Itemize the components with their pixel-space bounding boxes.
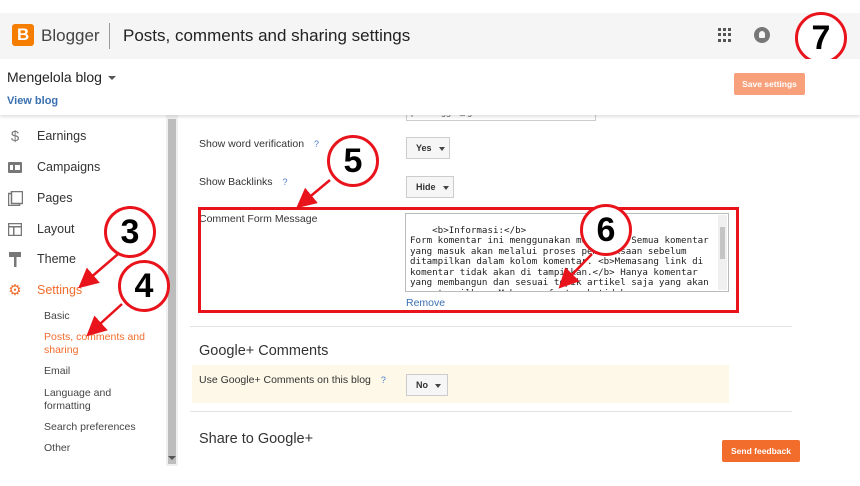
word-verification-text: Show word verification (199, 138, 305, 150)
chevron-down-icon (438, 146, 445, 151)
view-blog-link[interactable]: View blog (7, 95, 58, 107)
layout-icon (7, 221, 23, 237)
brand-name[interactable]: Blogger (41, 26, 100, 46)
subnav-language-formatting[interactable]: Language and formatting (44, 387, 134, 413)
backlinks-text: Show Backlinks (199, 176, 273, 188)
gplus-comments-title: Google+ Comments (199, 343, 329, 359)
dollar-icon: $ (10, 127, 20, 145)
backlinks-select[interactable]: Hide (406, 176, 454, 198)
subnav-other[interactable]: Other (44, 442, 70, 455)
theme-icon (7, 251, 23, 267)
chevron-down-icon (107, 76, 116, 81)
blog-header: Mengelola blog View blog Save settings (0, 59, 860, 115)
gplus-comments-select[interactable]: No (406, 374, 448, 396)
help-icon[interactable]: ? (314, 139, 319, 149)
word-verification-value: Yes (416, 143, 432, 153)
annotation-step-7: 7 (795, 12, 847, 64)
help-icon[interactable]: ? (381, 375, 386, 385)
section-divider (190, 411, 792, 412)
send-feedback-button[interactable]: Send feedback (722, 440, 800, 462)
gear-icon: ⚙ (8, 282, 22, 299)
scroll-down-icon[interactable] (168, 456, 176, 460)
section-divider (190, 326, 792, 327)
backlinks-label: Show Backlinks? (199, 176, 288, 188)
share-google-title: Share to Google+ (199, 431, 314, 447)
gplus-comments-row: Use Google+ Comments on this blog? No (192, 365, 729, 403)
subnav-search-preferences[interactable]: Search preferences (44, 421, 136, 434)
pages-icon (7, 190, 23, 206)
sidebar-item-theme[interactable]: Theme (7, 249, 76, 269)
annotation-step-6: 6 (580, 204, 632, 256)
sidebar-item-label: Theme (37, 252, 76, 266)
sidebar-item-pages[interactable]: Pages (7, 188, 72, 208)
sidebar-item-label: Settings (37, 283, 83, 297)
subnav-basic[interactable]: Basic (44, 310, 70, 323)
sidebar-item-earnings[interactable]: $ Earnings (7, 126, 87, 146)
gplus-comments-value: No (416, 380, 428, 390)
sidebar-item-settings[interactable]: ⚙ Settings (7, 280, 82, 300)
apps-grid-icon[interactable] (718, 28, 732, 42)
annotation-step-5: 5 (327, 135, 379, 187)
campaigns-icon (7, 159, 23, 175)
sidebar-item-label: Pages (37, 191, 73, 205)
subnav-email[interactable]: Email (44, 365, 70, 378)
blog-selector[interactable]: Mengelola blog (7, 69, 116, 85)
header-divider (109, 23, 110, 49)
sidebar-item-layout[interactable]: Layout (7, 219, 75, 239)
annotation-step-4: 4 (118, 260, 170, 312)
gplus-comments-label: Use Google+ Comments on this blog? (199, 374, 386, 386)
subnav-posts-comments-sharing[interactable]: Posts, comments and sharing (44, 331, 159, 357)
settings-content: potatoeggni@gmail.com Show word verifica… (178, 107, 860, 486)
backlinks-value: Hide (416, 182, 436, 192)
sidebar-item-campaigns[interactable]: Campaigns (7, 157, 100, 177)
sidebar-item-label: Layout (37, 222, 75, 236)
sidebar-item-label: Earnings (37, 129, 87, 143)
annotation-highlight-box (198, 207, 739, 313)
chevron-down-icon (442, 185, 449, 190)
help-icon[interactable]: ? (283, 177, 288, 187)
top-bar: B Blogger Posts, comments and sharing se… (0, 13, 860, 59)
word-verification-select[interactable]: Yes (406, 137, 450, 159)
blogger-logo-icon[interactable]: B (12, 24, 34, 46)
sidebar-item-label: Campaigns (37, 160, 101, 174)
save-settings-button[interactable]: Save settings (734, 73, 805, 95)
word-verification-label: Show word verification? (199, 138, 319, 150)
page-title: Posts, comments and sharing settings (123, 26, 411, 45)
blog-selector-label: Mengelola blog (7, 69, 102, 85)
gplus-comments-text: Use Google+ Comments on this blog (199, 374, 371, 386)
notifications-icon[interactable] (754, 27, 770, 43)
chevron-down-icon (435, 383, 441, 388)
annotation-step-3: 3 (104, 206, 156, 258)
